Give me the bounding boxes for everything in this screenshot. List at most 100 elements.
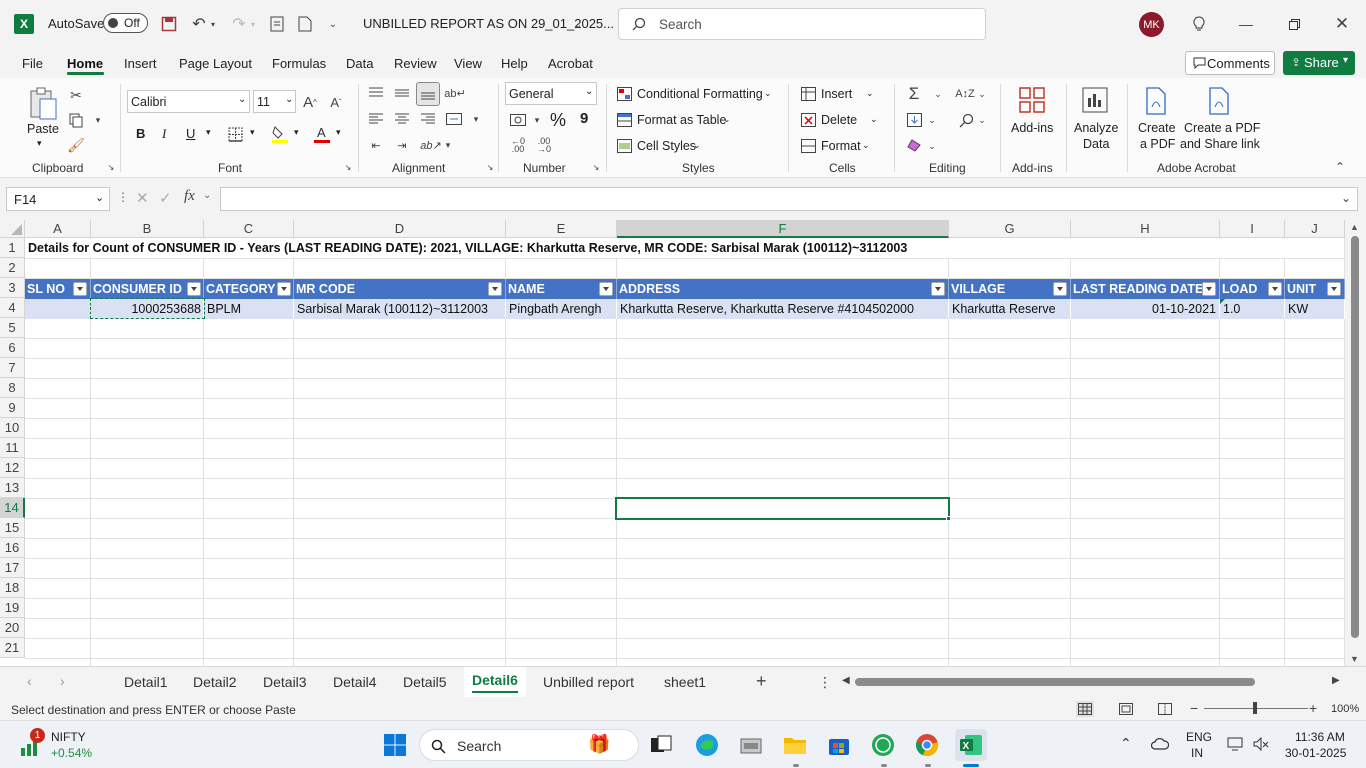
autosum-icon[interactable]: Σ bbox=[904, 84, 924, 104]
font-size-select[interactable]: 11 ⌄ bbox=[253, 90, 296, 113]
header-address[interactable]: ADDRESS bbox=[617, 279, 949, 299]
column-header-e[interactable]: E bbox=[506, 220, 617, 238]
menu-page-layout[interactable]: Page Layout bbox=[179, 56, 252, 71]
conditional-formatting-button[interactable]: Conditional Formatting bbox=[637, 87, 763, 101]
collapse-ribbon-icon[interactable]: ⌃ bbox=[1332, 160, 1348, 174]
vertical-scrollbar[interactable]: ▲ ▼ bbox=[1345, 220, 1366, 666]
add-sheet-icon[interactable]: + bbox=[756, 671, 767, 692]
user-avatar[interactable]: MK bbox=[1139, 12, 1164, 37]
column-header-g[interactable]: G bbox=[949, 220, 1071, 238]
cut-icon[interactable]: ✂ bbox=[67, 86, 85, 104]
zoom-in-icon[interactable]: + bbox=[1309, 700, 1317, 716]
clear-icon[interactable] bbox=[904, 136, 924, 156]
network-icon[interactable] bbox=[1226, 736, 1244, 752]
filter-dropdown-icon[interactable] bbox=[931, 282, 945, 296]
zoom-slider[interactable] bbox=[1204, 702, 1308, 714]
onedrive-icon[interactable] bbox=[1150, 736, 1170, 752]
row-header[interactable]: 7 bbox=[0, 358, 25, 378]
nifty-change[interactable]: +0.54% bbox=[51, 746, 92, 760]
fill-color-dropdown-icon[interactable]: ▾ bbox=[294, 127, 299, 138]
autosave-toggle[interactable]: Off bbox=[103, 13, 148, 33]
cell-sl-no[interactable] bbox=[25, 299, 91, 319]
clock-date[interactable]: 30-01-2025 bbox=[1285, 746, 1346, 760]
print-preview-icon[interactable] bbox=[266, 13, 288, 35]
clock-time[interactable]: 11:36 AM bbox=[1295, 730, 1345, 744]
row-header[interactable]: 17 bbox=[0, 558, 25, 578]
create-share-pdf-label-2[interactable]: and Share link bbox=[1180, 137, 1260, 151]
column-header-h[interactable]: H bbox=[1071, 220, 1220, 238]
new-file-icon[interactable] bbox=[294, 13, 316, 35]
row-header[interactable]: 1 bbox=[0, 238, 25, 258]
row-header[interactable]: 4 bbox=[0, 298, 25, 318]
sort-filter-icon[interactable]: A↕Z bbox=[954, 84, 976, 104]
excel-taskbar-icon[interactable]: X bbox=[955, 729, 987, 761]
align-right-icon[interactable] bbox=[418, 110, 438, 128]
cell-category[interactable]: BPLM bbox=[204, 299, 294, 319]
filter-dropdown-icon[interactable] bbox=[1202, 282, 1216, 296]
create-pdf-icon[interactable] bbox=[1142, 86, 1170, 116]
analyze-data-icon[interactable] bbox=[1079, 84, 1111, 116]
analyze-data-label-1[interactable]: Analyze bbox=[1074, 121, 1118, 135]
row-header[interactable]: 10 bbox=[0, 418, 25, 438]
increase-font-icon[interactable]: A ^ bbox=[300, 92, 320, 112]
align-bottom-icon[interactable] bbox=[416, 82, 440, 106]
insert-cells-dropdown-icon[interactable]: ⌄ bbox=[866, 88, 874, 99]
increase-indent-icon[interactable]: ⇥ bbox=[392, 136, 412, 154]
create-share-pdf-label-1[interactable]: Create a PDF bbox=[1184, 121, 1260, 135]
save-icon[interactable] bbox=[158, 13, 180, 35]
borders-icon[interactable] bbox=[226, 125, 244, 143]
menu-formulas[interactable]: Formulas bbox=[272, 56, 326, 71]
menu-help[interactable]: Help bbox=[501, 56, 528, 71]
store-app-icon[interactable] bbox=[735, 729, 767, 761]
format-painter-icon[interactable]: 🖌 bbox=[67, 136, 85, 154]
comments-button[interactable]: Comments bbox=[1185, 51, 1275, 75]
language-line1[interactable]: ENG bbox=[1186, 730, 1212, 744]
format-as-table-button[interactable]: Format as Table bbox=[637, 113, 726, 127]
formula-bar-options-icon[interactable]: ⋮ bbox=[117, 190, 129, 204]
create-pdf-label-2[interactable]: a PDF bbox=[1140, 137, 1175, 151]
lightbulb-icon[interactable] bbox=[1188, 13, 1210, 35]
formula-input[interactable]: ⌄ bbox=[220, 187, 1358, 211]
tab-unbilled-report[interactable]: Unbilled report bbox=[543, 674, 634, 690]
cell-styles-icon[interactable] bbox=[616, 138, 632, 154]
underline-dropdown-icon[interactable]: ▾ bbox=[206, 127, 211, 138]
format-cells-icon[interactable] bbox=[800, 138, 816, 154]
filter-dropdown-icon[interactable] bbox=[73, 282, 87, 296]
zoom-slider-thumb[interactable] bbox=[1253, 702, 1257, 714]
horizontal-scroll-thumb[interactable] bbox=[855, 678, 1255, 686]
cell-mr-code[interactable]: Sarbisal Marak (100112)~3112003 bbox=[294, 299, 506, 319]
share-dropdown-icon[interactable]: ▾ bbox=[1343, 55, 1348, 66]
merge-dropdown-icon[interactable]: ▾ bbox=[470, 110, 482, 128]
filter-dropdown-icon[interactable] bbox=[1268, 282, 1282, 296]
delete-cells-dropdown-icon[interactable]: ⌄ bbox=[870, 114, 878, 125]
find-select-dropdown-icon[interactable]: ⌄ bbox=[976, 112, 988, 128]
select-all-corner[interactable] bbox=[0, 220, 25, 238]
create-pdf-label-1[interactable]: Create bbox=[1138, 121, 1176, 135]
share-button[interactable]: ⇪ Share ▾ bbox=[1283, 51, 1355, 75]
menu-review[interactable]: Review bbox=[394, 56, 437, 71]
fill-handle[interactable] bbox=[946, 516, 951, 521]
column-header-a[interactable]: A bbox=[25, 220, 91, 238]
row-header[interactable]: 20 bbox=[0, 618, 25, 638]
header-sl-no[interactable]: SL NO bbox=[25, 279, 91, 299]
tab-scroll-left-icon[interactable]: ‹ bbox=[27, 673, 32, 689]
restore-icon[interactable] bbox=[1282, 13, 1306, 35]
percent-button[interactable]: % bbox=[550, 110, 566, 131]
row-header[interactable]: 21 bbox=[0, 638, 25, 658]
orientation-dropdown-icon[interactable]: ▾ bbox=[442, 136, 454, 154]
filter-dropdown-icon[interactable] bbox=[488, 282, 502, 296]
taskbar-search[interactable]: Search 🎁 bbox=[419, 729, 639, 761]
column-header-b[interactable]: B bbox=[91, 220, 204, 238]
page-layout-view-icon[interactable] bbox=[1117, 701, 1135, 717]
menu-file[interactable]: File bbox=[22, 56, 43, 71]
task-view-icon[interactable] bbox=[645, 729, 677, 761]
menu-insert[interactable]: Insert bbox=[124, 56, 157, 71]
row-header[interactable]: 8 bbox=[0, 378, 25, 398]
insert-function-icon[interactable]: fx bbox=[184, 188, 195, 205]
align-top-icon[interactable] bbox=[366, 84, 386, 102]
add-ins-button[interactable]: Add-ins bbox=[1011, 121, 1053, 135]
borders-dropdown-icon[interactable]: ▾ bbox=[250, 127, 255, 138]
column-header-d[interactable]: D bbox=[294, 220, 506, 238]
row-header[interactable]: 9 bbox=[0, 398, 25, 418]
row-header[interactable]: 2 bbox=[0, 258, 25, 278]
